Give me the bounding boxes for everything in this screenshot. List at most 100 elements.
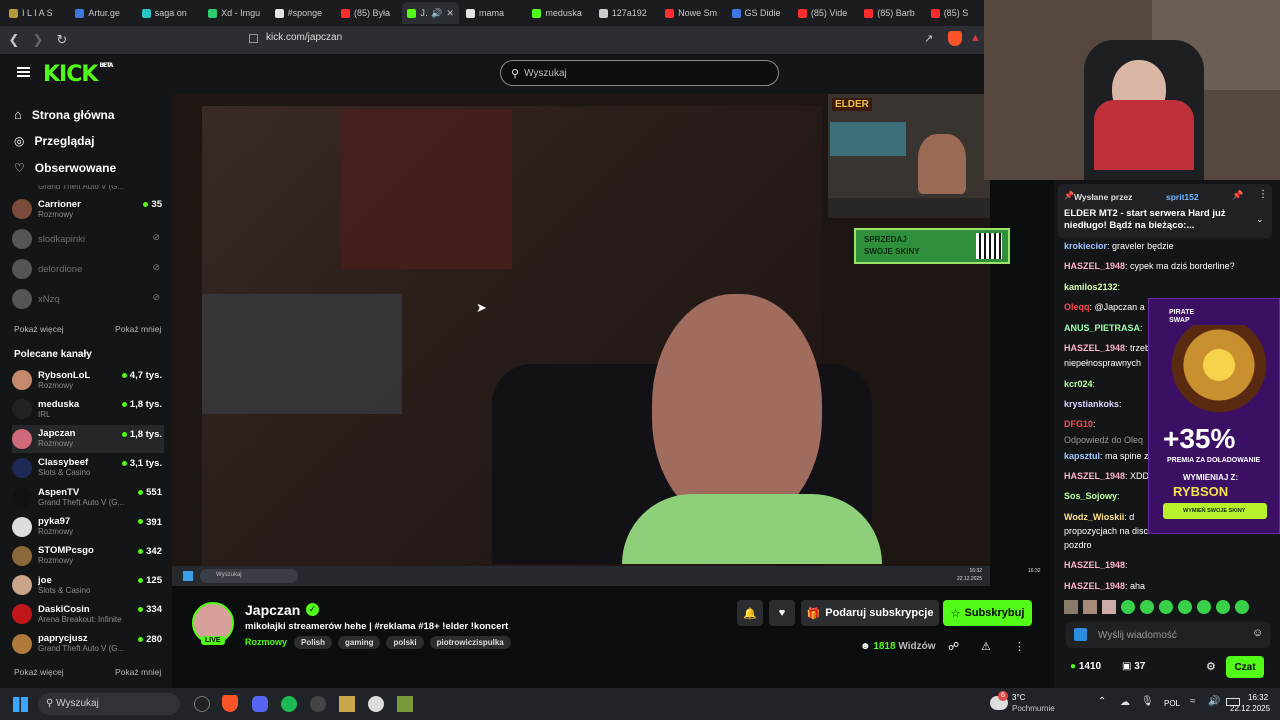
stream-tag[interactable]: polski: [386, 636, 424, 649]
pinned-user[interactable]: sprit152: [1166, 192, 1199, 202]
clock-date[interactable]: 22.12.2025: [1230, 704, 1270, 713]
chat-username[interactable]: ANUS_PIETRASA: [1064, 323, 1140, 333]
nav-following[interactable]: ♡ Obserwowane: [14, 161, 116, 175]
reload-icon[interactable]: ↻: [52, 32, 72, 48]
recommended-channel[interactable]: Classybeef Slots & Casino 3,1 tys.: [12, 454, 164, 482]
stream-tag[interactable]: gaming: [338, 636, 381, 649]
gift-subscription-button[interactable]: 🎁 Podaruj subskrypcje: [801, 600, 939, 626]
recommended-channel[interactable]: joe Slots & Casino 125: [12, 571, 164, 599]
channel-points[interactable]: ● 1410: [1070, 661, 1101, 672]
chat-username[interactable]: kcr024: [1064, 379, 1093, 389]
browser-tab[interactable]: Nowe Sm: [660, 2, 724, 24]
spotify-icon[interactable]: [281, 696, 297, 712]
browser-tab[interactable]: saga on: [137, 2, 201, 24]
emoji-icon[interactable]: ☺: [1252, 627, 1263, 639]
nav-home[interactable]: ⌂ Strona główna: [14, 107, 115, 122]
share-stream-icon[interactable]: ☍: [948, 640, 959, 653]
recommended-channel[interactable]: paprycjusz Grand Theft Auto V (G... 280: [12, 630, 164, 658]
taskbar-app-icon[interactable]: [194, 696, 210, 712]
emote-icon[interactable]: [1178, 600, 1192, 614]
app-icon[interactable]: [339, 696, 355, 712]
followed-show-more[interactable]: Pokaż więcej: [14, 324, 64, 334]
stream-tag[interactable]: piotrowiczispulka: [429, 636, 511, 649]
language-indicator[interactable]: POL: [1164, 699, 1180, 708]
recommended-channel[interactable]: Japczan Rozmowy 1,8 tys.: [12, 424, 164, 453]
chat-input[interactable]: Wyślij wiadomość ☺: [1066, 622, 1270, 648]
bookmark-icon[interactable]: ☐: [248, 32, 259, 46]
menu-icon[interactable]: [17, 67, 30, 77]
ad-button[interactable]: WYMIEŃ SWOJE SKINY: [1163, 503, 1267, 519]
followed-channel[interactable]: Carrioner Rozmowy 35: [12, 195, 164, 223]
unpin-icon[interactable]: 📌: [1232, 190, 1243, 201]
taskbar-search[interactable]: ⚲ Wyszukaj: [38, 693, 180, 715]
recommended-show-more[interactable]: Pokaż więcej: [14, 667, 64, 677]
browser-tab[interactable]: meduska: [527, 2, 591, 24]
emote-icon[interactable]: [1197, 600, 1211, 614]
chevron-down-icon[interactable]: ⌄: [1256, 214, 1264, 225]
stream-tag[interactable]: Polish: [294, 636, 333, 649]
windows-start-icon[interactable]: [13, 697, 28, 712]
pirateswap-ad[interactable]: PIRATE SWAP +35% PREMIA ZA DOŁADOWANIE W…: [1148, 298, 1280, 534]
stream-category[interactable]: Rozmowy: [245, 637, 287, 647]
brave-shield-icon[interactable]: [948, 31, 962, 46]
chat-username[interactable]: Wodz_Wioskii: [1064, 512, 1124, 522]
emote-icon[interactable]: [1064, 600, 1078, 614]
follow-heart-button[interactable]: ♥: [769, 600, 795, 626]
tray-app-icon[interactable]: ☁: [1120, 697, 1130, 708]
chat-settings-icon[interactable]: ⚙: [1206, 660, 1216, 673]
browser-tab[interactable]: mama: [461, 2, 525, 24]
pinned-more-icon[interactable]: ⋮: [1258, 189, 1268, 200]
search-input[interactable]: ⚲ Wyszukaj: [500, 60, 779, 86]
recommended-channel[interactable]: AspenTV Grand Theft Auto V (G... 551: [12, 483, 164, 511]
chat-username[interactable]: krokiecior: [1064, 241, 1107, 251]
recommended-channel[interactable]: pyka97 Rozmowy 391: [12, 513, 164, 541]
subscribe-button[interactable]: ☆ Subskrybuj: [943, 600, 1032, 626]
browser-tab[interactable]: (85) S: [926, 2, 990, 24]
browser-tab[interactable]: (85) Była: [336, 2, 400, 24]
chat-username[interactable]: kamilos2132: [1064, 282, 1118, 292]
pinned-message[interactable]: 📌 Wysłane przez sprit152 ELDER MT2 - sta…: [1058, 184, 1272, 238]
emote-icon[interactable]: [1121, 600, 1135, 614]
recommended-channel[interactable]: STOMPcsgo Rozmowy 342: [12, 542, 164, 570]
emote-icon[interactable]: [1159, 600, 1173, 614]
chat-username[interactable]: Oleqq: [1064, 302, 1090, 312]
chat-username[interactable]: krystiankoks: [1064, 399, 1119, 409]
app-icon[interactable]: [397, 696, 413, 712]
browser-tab[interactable]: Ja 🔊✕: [402, 2, 459, 24]
followed-channel[interactable]: xNzq ⊘: [12, 285, 164, 313]
volume-icon[interactable]: 🔊: [1208, 696, 1220, 707]
channel-name[interactable]: Japczan: [245, 602, 300, 618]
gift-count[interactable]: ▣ 37: [1122, 661, 1145, 672]
browser-tab[interactable]: Xd - Imgu: [203, 2, 267, 24]
recommended-channel[interactable]: meduska IRL 1,8 tys.: [12, 395, 164, 423]
chat-send-button[interactable]: Czat: [1226, 656, 1264, 678]
more-options-icon[interactable]: ⋮: [1014, 640, 1025, 653]
followed-channel[interactable]: slodkapinki ⊘: [12, 225, 164, 253]
browser-tab[interactable]: (85) Vide: [793, 2, 857, 24]
emote-icon[interactable]: [1102, 600, 1116, 614]
wifi-icon[interactable]: ≈: [1190, 696, 1196, 707]
browser-tab[interactable]: Artur.ge: [70, 2, 134, 24]
browser-tab[interactable]: 127a192: [594, 2, 658, 24]
app-icon[interactable]: [368, 696, 384, 712]
chat-username[interactable]: HASZEL_1948: [1064, 581, 1125, 591]
tray-chevron-icon[interactable]: ⌃: [1098, 696, 1106, 707]
brave-rewards-icon[interactable]: ▲: [970, 32, 981, 44]
chat-username[interactable]: kapsztul: [1064, 451, 1100, 461]
followed-channel[interactable]: delordione ⊘: [12, 255, 164, 283]
followed-show-less[interactable]: Pokaż mniej: [115, 324, 161, 334]
recommended-show-less[interactable]: Pokaż mniej: [115, 667, 161, 677]
browser-tab[interactable]: GS Didie: [727, 2, 791, 24]
kick-logo[interactable]: KICK BETA: [43, 62, 113, 87]
browser-tab[interactable]: #sponge: [270, 2, 334, 24]
clock-time[interactable]: 16:32: [1248, 693, 1268, 702]
recommended-channel[interactable]: DaskiCosin Arena Breakout: Infinite 334: [12, 600, 164, 628]
forward-icon[interactable]: ❯: [28, 32, 48, 48]
url-field[interactable]: kick.com/japczan: [266, 32, 342, 43]
back-icon[interactable]: ❮: [4, 32, 24, 48]
emote-icon[interactable]: [1235, 600, 1249, 614]
emote-icon[interactable]: [1083, 600, 1097, 614]
chat-username[interactable]: DFG10: [1064, 419, 1093, 429]
report-icon[interactable]: ⚠: [981, 640, 991, 653]
microphone-icon[interactable]: 🎙: [1141, 696, 1154, 707]
